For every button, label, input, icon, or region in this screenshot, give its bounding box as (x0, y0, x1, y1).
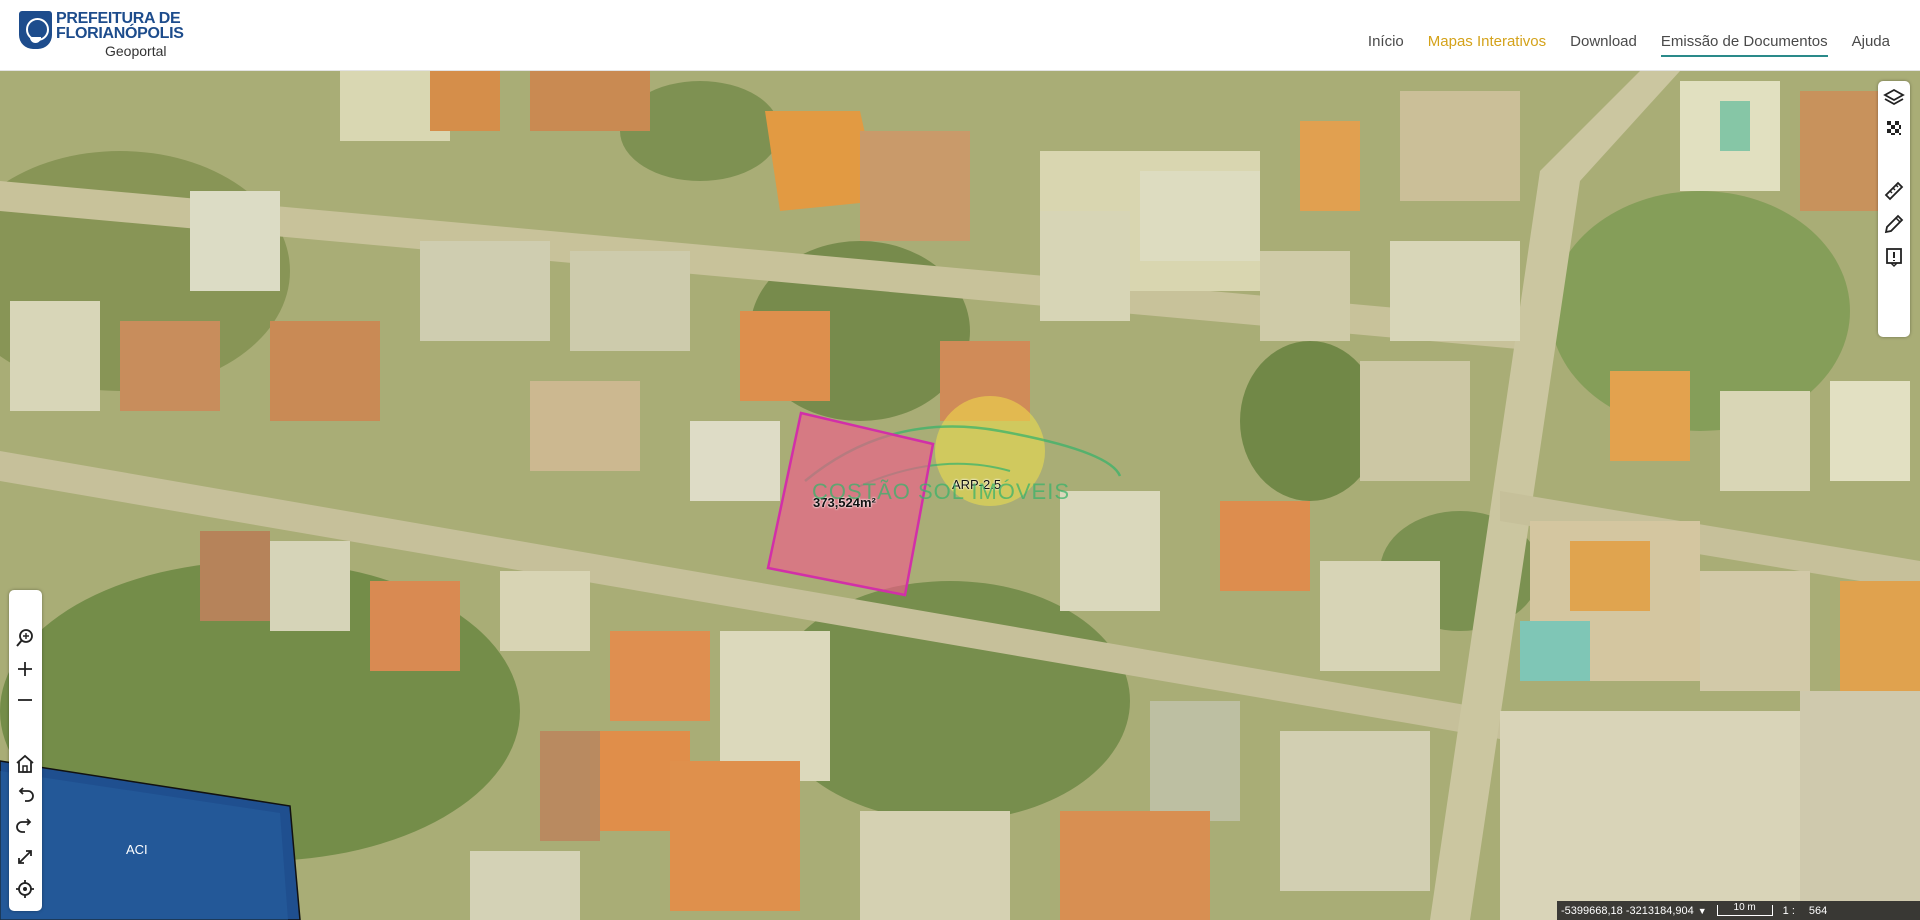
coat-of-arms-icon (19, 11, 52, 49)
scale-bar: 10 m (1716, 902, 1773, 916)
region-label: ACI (126, 842, 148, 857)
checkerboard-icon[interactable] (1882, 116, 1906, 140)
logo-subtitle: Geoportal (105, 43, 167, 59)
nav-mapas-interativos[interactable]: Mapas Interativos (1428, 33, 1546, 57)
layers-icon[interactable] (1882, 86, 1906, 110)
watermark: COSTÃO SOL IMÓVEIS (812, 479, 1071, 504)
status-bar: -5399668,18 -3213184,904 ▼ 10 m 1 : 564 (1557, 901, 1920, 920)
nav-download[interactable]: Download (1570, 33, 1637, 57)
map-canvas[interactable]: 373,524m² ARP-2.5 COSTÃO SOL IMÓVEIS ACI (0, 71, 1920, 920)
info-icon[interactable] (1882, 245, 1906, 269)
left-toolbar (9, 590, 42, 911)
home-icon[interactable] (13, 752, 37, 776)
scale-label: 10 m (1733, 902, 1756, 913)
nav-inicio[interactable]: Início (1368, 33, 1404, 57)
main-nav: Início Mapas Interativos Download Emissã… (1368, 33, 1890, 57)
header: PREFEITURA DE FLORIANÓPOLIS Geoportal In… (0, 0, 1920, 71)
nav-emissao-documentos[interactable]: Emissão de Documentos (1660, 33, 1828, 57)
logo[interactable]: PREFEITURA DE FLORIANÓPOLIS Geoportal (19, 9, 189, 61)
zoom-out-icon[interactable] (13, 688, 37, 712)
projection-dropdown-icon[interactable]: ▼ (1698, 906, 1707, 916)
right-toolbar (1878, 81, 1910, 337)
undo-icon[interactable] (13, 783, 37, 807)
coordinates-readout: -5399668,18 -3213184,904 (1561, 904, 1694, 917)
zoom-search-icon[interactable] (13, 626, 37, 650)
ruler-icon[interactable] (1882, 179, 1906, 203)
nav-ajuda[interactable]: Ajuda (1852, 33, 1890, 57)
pencil-icon[interactable] (1882, 212, 1906, 236)
scale-ratio-prefix: 1 : (1782, 904, 1795, 917)
fullscreen-icon[interactable] (13, 845, 37, 869)
locate-icon[interactable] (13, 877, 37, 901)
redo-icon[interactable] (13, 814, 37, 838)
zoom-in-icon[interactable] (13, 657, 37, 681)
scale-ratio-value[interactable]: 564 (1809, 905, 1827, 917)
logo-city: FLORIANÓPOLIS (56, 25, 184, 42)
